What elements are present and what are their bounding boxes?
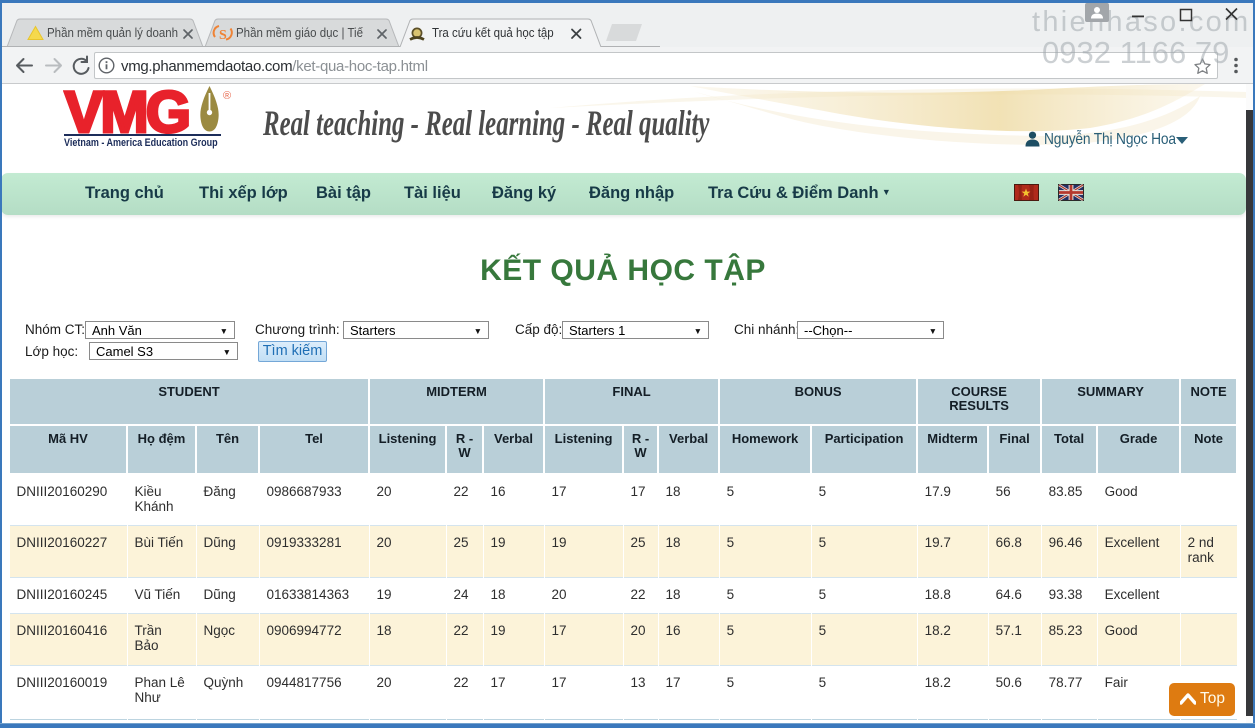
svg-text:®: ® [223,90,231,102]
svg-text:S: S [219,28,227,43]
svg-text:VMG: VMG [65,85,189,137]
